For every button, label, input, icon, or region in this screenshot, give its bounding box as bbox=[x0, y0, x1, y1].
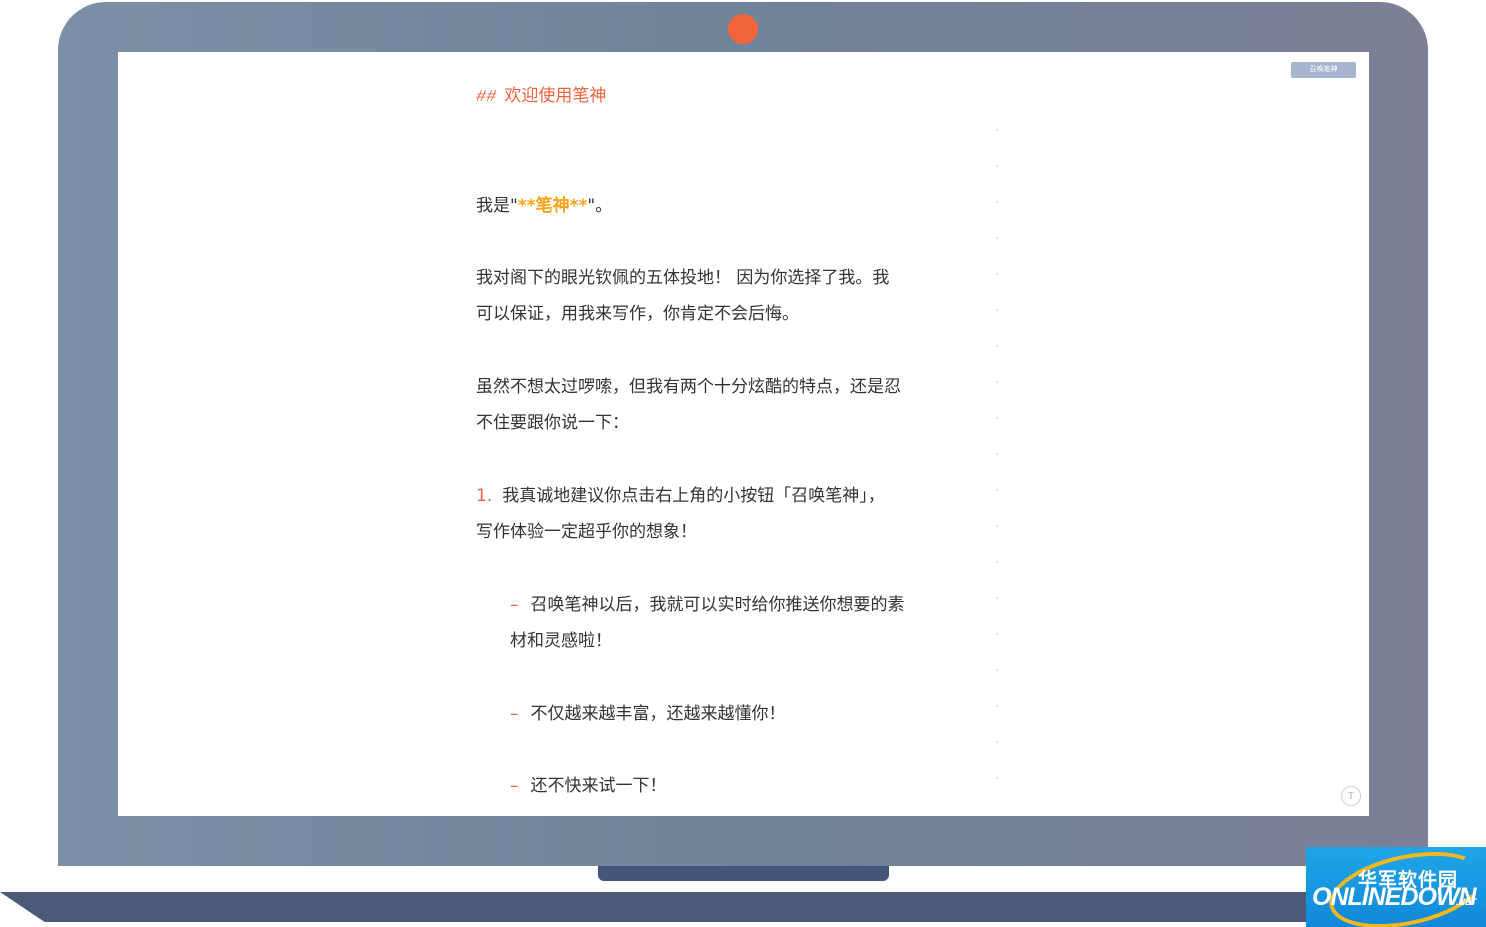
paragraph-2-line-1: 我对阁下的眼光钦佩的五体投地！ 因为你选择了我。我 bbox=[476, 268, 890, 288]
paragraph-intro: 我是"**笔神**"。 bbox=[476, 194, 612, 218]
sub-item-2: – 不仅越来越丰富，还越来越懂你！ bbox=[510, 702, 786, 726]
camera-dot bbox=[728, 14, 758, 44]
intro-prefix: 我是" bbox=[476, 196, 518, 216]
intro-suffix: "。 bbox=[587, 196, 613, 216]
sub-dash: – bbox=[510, 704, 519, 724]
list-number: 1. bbox=[476, 486, 493, 506]
list-item-1-text: 我真诚地建议你点击右上角的小按钮「召唤笔神」， bbox=[502, 486, 885, 506]
list-item-1-line-2: 写作体验一定超乎你的想象！ bbox=[476, 522, 697, 542]
margin-guide bbox=[996, 112, 998, 802]
heading-hash: ## bbox=[476, 88, 497, 107]
sub-item-1-line-2: 材和灵感啦！ bbox=[510, 631, 612, 651]
sub-item-1-text: 召唤笔神以后，我就可以实时给你推送你想要的素 bbox=[530, 595, 905, 615]
laptop-base-notch bbox=[598, 866, 889, 881]
paragraph-2-line-2: 可以保证，用我来写作，你肯定不会后悔。 bbox=[476, 304, 799, 324]
watermark-net: .NET bbox=[1456, 897, 1477, 907]
sub-item-1-line-1: – 召唤笔神以后，我就可以实时给你推送你想要的素 bbox=[510, 593, 905, 617]
sub-dash: – bbox=[510, 776, 519, 796]
summon-bishen-button[interactable]: 召唤笔神 bbox=[1291, 62, 1356, 78]
watermark-logo: 华军软件园 ONLINEDOWN .NET bbox=[1306, 847, 1486, 927]
sub-item-3: – 还不快来试一下！ bbox=[510, 774, 667, 798]
heading-text: 欢迎使用笔神 bbox=[504, 86, 607, 106]
sub-dash: – bbox=[510, 595, 519, 615]
sub-item-3-text: 还不快来试一下！ bbox=[530, 776, 667, 796]
laptop-base bbox=[0, 892, 1486, 922]
intro-bold: **笔神** bbox=[517, 196, 588, 216]
paragraph-3-line-1: 虽然不想太过啰嗦，但我有两个十分炫酷的特点，还是忍 bbox=[476, 377, 901, 397]
watermark-en: ONLINEDOWN bbox=[1312, 883, 1477, 911]
list-item-1-line-1: 1. 我真诚地建议你点击右上角的小按钮「召唤笔神」， bbox=[476, 484, 885, 508]
t-circle-icon[interactable]: T bbox=[1341, 786, 1361, 806]
editor-screen: 召唤笔神 ## 欢迎使用笔神 我是"**笔神**"。 我对阁下的眼光钦佩的五体投地… bbox=[118, 52, 1369, 816]
heading-line: ## 欢迎使用笔神 bbox=[476, 84, 606, 110]
stage: 召唤笔神 ## 欢迎使用笔神 我是"**笔神**"。 我对阁下的眼光钦佩的五体投地… bbox=[0, 0, 1486, 927]
sub-item-2-text: 不仅越来越丰富，还越来越懂你！ bbox=[530, 704, 786, 724]
paragraph-3-line-2: 不住要跟你说一下： bbox=[476, 413, 629, 433]
